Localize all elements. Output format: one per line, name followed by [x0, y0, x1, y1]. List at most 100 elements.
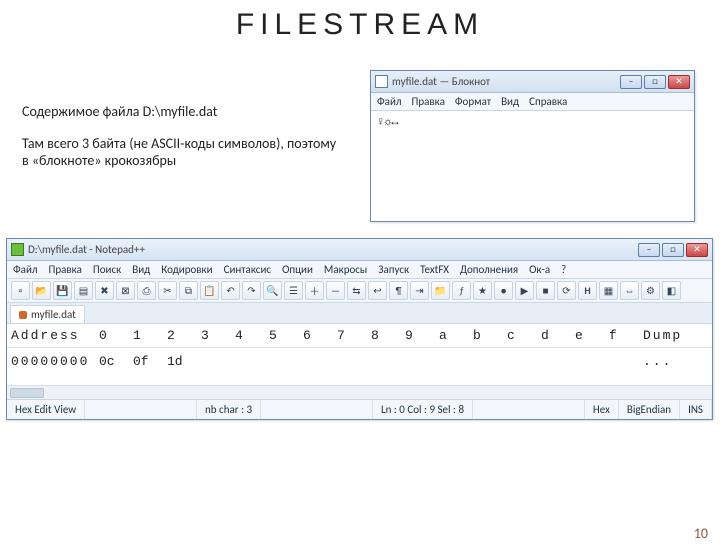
npp-toolbar: ▫ 📂 💾 ▤ ✖ ⊠ ⎙ ✂ ⧉ 📋 ↶ ↷ 🔍 ☰ ＋ － ⇆ ↩ ¶ ⇥ … — [7, 279, 712, 303]
menu-help[interactable]: Справка — [529, 95, 567, 108]
replace-icon[interactable]: ☰ — [284, 281, 303, 300]
menu-file[interactable]: Файл — [13, 263, 38, 276]
menu-file[interactable]: Файл — [377, 95, 402, 108]
hex-byte[interactable]: 0f — [133, 354, 167, 369]
minimize-button[interactable]: – — [638, 243, 660, 257]
sync-icon[interactable]: ⇆ — [347, 281, 366, 300]
maximize-button[interactable]: □ — [662, 243, 684, 257]
zoomout-icon[interactable]: － — [326, 281, 345, 300]
undo-icon[interactable]: ↶ — [221, 281, 240, 300]
folder-icon[interactable]: 📁 — [431, 281, 450, 300]
columns-icon[interactable]: ▦ — [599, 281, 618, 300]
menu-options[interactable]: Опции — [282, 263, 313, 276]
hex-icon[interactable]: H — [578, 281, 597, 300]
menu-plugins[interactable]: Дополнения — [460, 263, 518, 276]
hex-byte[interactable] — [439, 354, 473, 369]
settings-icon[interactable]: ⚙ — [641, 281, 660, 300]
npp-titlebar[interactable]: D:\myfile.dat - Notepad++ – □ ✕ — [7, 239, 712, 261]
close-button[interactable]: ✕ — [668, 75, 690, 89]
print-icon[interactable]: ⎙ — [137, 281, 156, 300]
hex-col-3: 3 — [201, 328, 235, 343]
indent-icon[interactable]: ⇥ — [410, 281, 429, 300]
status-position: Ln : 0 Col : 9 Sel : 8 — [373, 400, 473, 419]
hex-col-e: e — [575, 328, 609, 343]
hex-col-f: f — [609, 328, 643, 343]
compare-icon[interactable]: ⇔ — [620, 281, 639, 300]
showall-icon[interactable]: ¶ — [389, 281, 408, 300]
hex-col-address: Address — [11, 328, 99, 343]
hex-byte[interactable] — [575, 354, 609, 369]
close-button[interactable]: ✕ — [686, 243, 708, 257]
find-icon[interactable]: 🔍 — [263, 281, 282, 300]
hex-byte[interactable] — [371, 354, 405, 369]
hex-editor[interactable]: Address 0 1 2 3 4 5 6 7 8 9 a b c d e f … — [7, 324, 712, 385]
status-endian: BigEndian — [619, 400, 680, 419]
npp-window: D:\myfile.dat - Notepad++ – □ ✕ Файл Пра… — [6, 238, 713, 420]
hex-byte[interactable] — [609, 354, 643, 369]
hex-byte[interactable] — [405, 354, 439, 369]
plugin-icon[interactable]: ◧ — [662, 281, 681, 300]
menu-search[interactable]: Поиск — [93, 263, 121, 276]
play-icon[interactable]: ▶ — [515, 281, 534, 300]
hex-col-dump: Dump — [643, 328, 683, 343]
zoomin-icon[interactable]: ＋ — [305, 281, 324, 300]
redo-icon[interactable]: ↷ — [242, 281, 261, 300]
hex-byte[interactable] — [303, 354, 337, 369]
stop-icon[interactable]: ■ — [536, 281, 555, 300]
hex-byte[interactable]: 1d — [167, 354, 201, 369]
menu-edit[interactable]: Правка — [412, 95, 445, 108]
hex-byte[interactable]: 0c — [99, 354, 133, 369]
hex-byte[interactable] — [269, 354, 303, 369]
maximize-button[interactable]: □ — [644, 75, 666, 89]
copy-icon[interactable]: ⧉ — [179, 281, 198, 300]
hex-header: Address 0 1 2 3 4 5 6 7 8 9 a b c d e f … — [7, 324, 712, 348]
notepad-body[interactable]: ♀☼↔ — [371, 111, 694, 221]
record-icon[interactable]: ● — [494, 281, 513, 300]
menu-textfx[interactable]: TextFX — [420, 263, 449, 276]
menu-view[interactable]: Вид — [132, 263, 150, 276]
menu-macros[interactable]: Макросы — [324, 263, 367, 276]
notepad-title: myfile.dat — Блокнот — [392, 75, 616, 88]
closeall-icon[interactable]: ⊠ — [116, 281, 135, 300]
save-icon[interactable]: 💾 — [53, 281, 72, 300]
npp-statusbar: Hex Edit View nb char : 3 Ln : 0 Col : 9… — [7, 399, 712, 419]
hex-byte[interactable] — [507, 354, 541, 369]
hex-col-4: 4 — [235, 328, 269, 343]
hex-byte[interactable] — [473, 354, 507, 369]
minimize-button[interactable]: – — [620, 75, 642, 89]
cut-icon[interactable]: ✂ — [158, 281, 177, 300]
menu-encoding[interactable]: Кодировки — [161, 263, 212, 276]
horizontal-scrollbar[interactable] — [7, 385, 712, 399]
repeat-icon[interactable]: ⟳ — [557, 281, 576, 300]
menu-help[interactable]: ? — [561, 263, 566, 276]
close-icon[interactable]: ✖ — [95, 281, 114, 300]
new-icon[interactable]: ▫ — [11, 281, 30, 300]
hex-byte[interactable] — [541, 354, 575, 369]
open-icon[interactable]: 📂 — [32, 281, 51, 300]
menu-view[interactable]: Вид — [501, 95, 519, 108]
hex-col-9: 9 — [405, 328, 439, 343]
npp-menubar: Файл Правка Поиск Вид Кодировки Синтакси… — [7, 261, 712, 279]
paste-icon[interactable]: 📋 — [200, 281, 219, 300]
scrollbar-thumb[interactable] — [10, 388, 44, 398]
bookmark-icon[interactable]: ★ — [473, 281, 492, 300]
description: Содержимое файла D:\myfile.dat Там всего… — [22, 103, 342, 184]
wrap-icon[interactable]: ↩ — [368, 281, 387, 300]
hex-byte[interactable] — [235, 354, 269, 369]
menu-edit[interactable]: Правка — [49, 263, 82, 276]
menu-windows[interactable]: Ок-а — [529, 263, 550, 276]
file-tab[interactable]: myfile.dat — [10, 305, 85, 323]
desc-line-2: Там всего 3 байта (не ASCII-коды символо… — [22, 135, 342, 170]
notepad-titlebar[interactable]: myfile.dat — Блокнот – □ ✕ — [371, 71, 694, 93]
menu-run[interactable]: Запуск — [378, 263, 409, 276]
hex-byte[interactable] — [337, 354, 371, 369]
hex-col-2: 2 — [167, 328, 201, 343]
menu-format[interactable]: Формат — [455, 95, 491, 108]
func-icon[interactable]: ƒ — [452, 281, 471, 300]
notepad-window: myfile.dat — Блокнот – □ ✕ Файл Правка Ф… — [370, 70, 695, 222]
menu-syntax[interactable]: Синтаксис — [224, 263, 271, 276]
saveall-icon[interactable]: ▤ — [74, 281, 93, 300]
hex-col-6: 6 — [303, 328, 337, 343]
hex-col-7: 7 — [337, 328, 371, 343]
hex-byte[interactable] — [201, 354, 235, 369]
